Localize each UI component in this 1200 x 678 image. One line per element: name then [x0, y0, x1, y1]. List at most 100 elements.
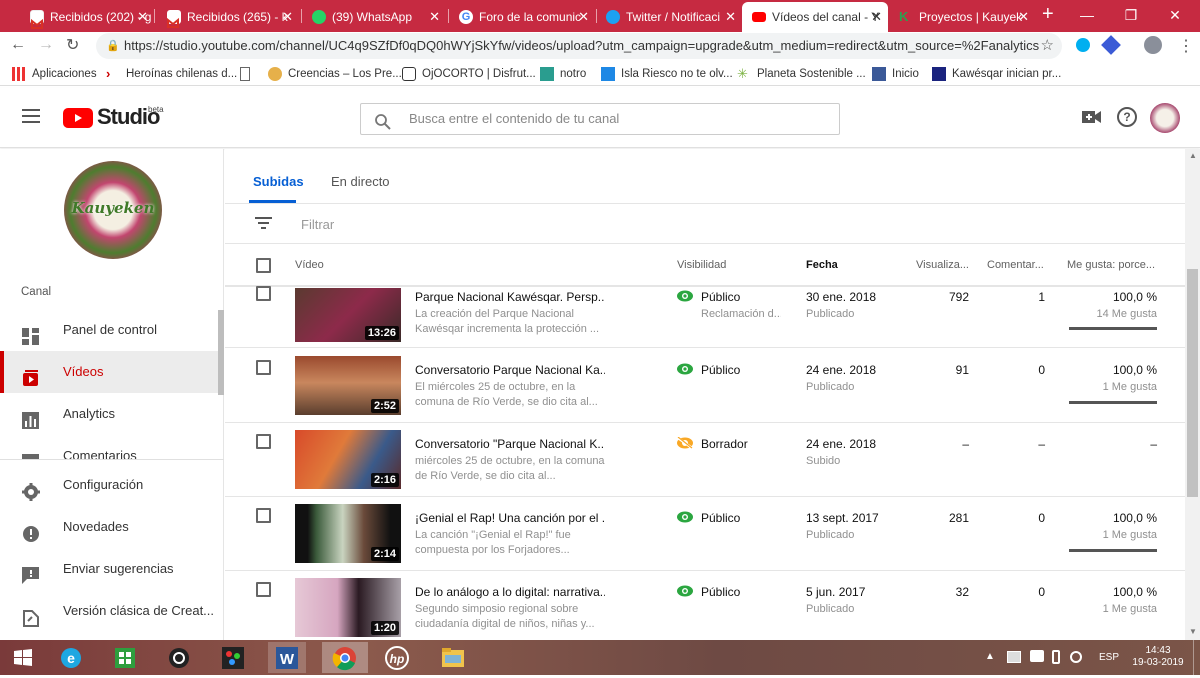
- sidebar-item-classic[interactable]: Versión clásica de Creat...: [0, 590, 218, 632]
- browser-tab-whatsapp[interactable]: (39) WhatsApp ✕: [302, 2, 446, 32]
- bookmark-kawesqar[interactable]: Kawésqar inician pr...: [932, 62, 1061, 86]
- bookmark-heroinas[interactable]: › Heroínas chilenas d...: [106, 62, 237, 86]
- battery-icon[interactable]: [1052, 650, 1060, 664]
- bookmark-creencias[interactable]: Creencias – Los Pre...: [268, 62, 402, 86]
- new-tab-button[interactable]: +: [1042, 3, 1054, 26]
- sidebar-item-comments[interactable]: Comentarios: [0, 435, 218, 459]
- clock[interactable]: 14:43 19-03-2019: [1128, 645, 1188, 669]
- sidebar-item-feedback[interactable]: Enviar sugerencias: [0, 548, 218, 590]
- help-icon[interactable]: ?: [1117, 107, 1137, 127]
- page-scrollbar[interactable]: ▲ ▼: [1185, 149, 1200, 640]
- account-avatar[interactable]: [1150, 103, 1180, 133]
- maximize-window-button[interactable]: ❐: [1108, 0, 1154, 30]
- row-checkbox[interactable]: [256, 434, 271, 449]
- close-tab-icon[interactable]: ✕: [429, 2, 440, 32]
- video-title[interactable]: Conversatorio "Parque Nacional K...: [415, 437, 605, 451]
- language-indicator[interactable]: ESP: [1099, 652, 1119, 663]
- column-header-comments[interactable]: Comentar...: [987, 259, 1047, 271]
- video-title[interactable]: Conversatorio Parque Nacional Ka...: [415, 363, 605, 377]
- scroll-up-icon[interactable]: ▲: [1189, 151, 1197, 160]
- file-explorer-icon[interactable]: [430, 642, 476, 673]
- windows-start-icon[interactable]: [4, 642, 42, 673]
- address-bar[interactable]: 🔒 https://studio.youtube.com/channel/UC4…: [96, 33, 1062, 59]
- column-header-views[interactable]: Visualiza...: [907, 259, 969, 271]
- video-thumbnail[interactable]: 1:20: [295, 578, 401, 637]
- video-title[interactable]: ¡Genial el Rap! Una canción por el ...: [415, 511, 605, 525]
- sidebar-item-settings[interactable]: Configuración: [0, 464, 218, 506]
- show-desktop-button[interactable]: [1193, 640, 1200, 675]
- sidebar-item-analytics[interactable]: Analytics: [0, 393, 218, 435]
- scrollbar-thumb[interactable]: [1187, 269, 1198, 497]
- bookmark-notro[interactable]: notro: [540, 62, 586, 86]
- bookmark-star-icon[interactable]: ☆: [1041, 33, 1054, 59]
- filter-input[interactable]: Filtrar: [301, 217, 334, 232]
- close-tab-icon[interactable]: ✕: [1018, 2, 1029, 32]
- sidebar-item-dashboard[interactable]: Panel de control: [0, 309, 218, 351]
- table-row[interactable]: 2:14 ¡Genial el Rap! Una canción por el …: [225, 497, 1185, 571]
- browser-tab-gmail-2[interactable]: Recibidos (265) - k ✕: [157, 2, 299, 32]
- search-input[interactable]: Busca entre el contenido de tu canal: [360, 103, 840, 135]
- close-tab-icon[interactable]: ✕: [578, 2, 589, 32]
- bookmark-document[interactable]: [240, 62, 260, 86]
- video-thumbnail[interactable]: 2:14: [295, 504, 401, 563]
- row-checkbox[interactable]: [256, 508, 271, 523]
- browser-tab-foro[interactable]: G Foro de la comunic ✕: [449, 2, 595, 32]
- hp-icon[interactable]: hp: [378, 642, 416, 673]
- tray-flag-icon[interactable]: [1007, 651, 1021, 663]
- sidebar-scrollbar-thumb[interactable]: [218, 310, 224, 395]
- row-checkbox[interactable]: [256, 360, 271, 375]
- minimize-window-button[interactable]: —: [1064, 0, 1110, 30]
- visibility-status[interactable]: Público: [677, 511, 740, 525]
- tab-uploads[interactable]: Subidas: [253, 174, 304, 189]
- back-button[interactable]: ←: [10, 36, 26, 54]
- skype-icon[interactable]: [1076, 38, 1090, 52]
- close-tab-icon[interactable]: ✕: [871, 2, 882, 32]
- word-icon[interactable]: W: [268, 642, 306, 673]
- video-thumbnail[interactable]: 2:16: [295, 430, 401, 489]
- table-row[interactable]: 1:20 De lo análogo a lo digital: narrati…: [225, 571, 1185, 640]
- browser-tab-gmail-1[interactable]: Recibidos (202) - g ✕: [20, 2, 154, 32]
- video-thumbnail[interactable]: 13:26: [295, 288, 401, 342]
- dropbox-icon[interactable]: [1030, 650, 1044, 662]
- column-header-likes[interactable]: Me gusta: porce...: [1067, 259, 1159, 271]
- forward-button[interactable]: →: [38, 36, 54, 54]
- paint-icon[interactable]: [214, 642, 252, 673]
- volume-icon[interactable]: [1070, 651, 1082, 663]
- table-row[interactable]: 2:16 Conversatorio "Parque Nacional K...…: [225, 423, 1185, 497]
- create-video-icon[interactable]: [1082, 110, 1102, 124]
- close-tab-icon[interactable]: ✕: [137, 2, 148, 32]
- select-all-checkbox[interactable]: [256, 258, 271, 273]
- youtube-logo-icon[interactable]: [63, 108, 93, 128]
- row-checkbox[interactable]: [256, 286, 271, 301]
- bookmark-planeta[interactable]: ✳ Planeta Sostenible ...: [737, 62, 866, 86]
- filter-icon[interactable]: [255, 217, 272, 230]
- sidebar-item-videos[interactable]: Vídeos: [0, 351, 218, 393]
- row-checkbox[interactable]: [256, 582, 271, 597]
- visibility-status[interactable]: Público: [677, 585, 740, 599]
- video-title[interactable]: Parque Nacional Kawésqar. Persp...: [415, 290, 605, 304]
- store-icon[interactable]: [106, 642, 144, 673]
- visibility-status[interactable]: Público: [677, 363, 740, 377]
- browser-tab-youtube-active[interactable]: Vídeos del canal - Y ✕: [742, 2, 888, 32]
- scroll-down-icon[interactable]: ▼: [1189, 627, 1197, 636]
- chrome-menu-icon[interactable]: ⋮: [1178, 36, 1194, 56]
- video-thumbnail[interactable]: 2:52: [295, 356, 401, 415]
- channel-avatar[interactable]: Kauyeken: [64, 161, 162, 259]
- internet-explorer-icon[interactable]: e: [52, 642, 90, 673]
- bookmark-aplicaciones[interactable]: Aplicaciones: [12, 62, 97, 86]
- media-player-icon[interactable]: [160, 642, 198, 673]
- bookmark-inicio[interactable]: Inicio: [872, 62, 919, 86]
- chrome-icon[interactable]: [322, 642, 368, 673]
- video-title[interactable]: De lo análogo a lo digital: narrativa...: [415, 585, 605, 599]
- browser-tab-proyectos[interactable]: K Proyectos | Kauyek ✕: [889, 2, 1035, 32]
- browser-tab-twitter[interactable]: Twitter / Notificaci ✕: [596, 2, 742, 32]
- sidebar-item-news[interactable]: Novedades: [0, 506, 218, 548]
- close-window-button[interactable]: ✕: [1152, 0, 1198, 30]
- close-tab-icon[interactable]: ✕: [725, 2, 736, 32]
- bookmark-isla-riesco[interactable]: Isla Riesco no te olv...: [601, 62, 733, 86]
- tab-live[interactable]: En directo: [331, 174, 390, 189]
- visibility-status[interactable]: Público: [677, 290, 740, 304]
- close-tab-icon[interactable]: ✕: [282, 2, 293, 32]
- column-header-date[interactable]: Fecha: [806, 259, 838, 271]
- bookmark-ojocorto[interactable]: OjOCORTO | Disfrut...: [402, 62, 536, 86]
